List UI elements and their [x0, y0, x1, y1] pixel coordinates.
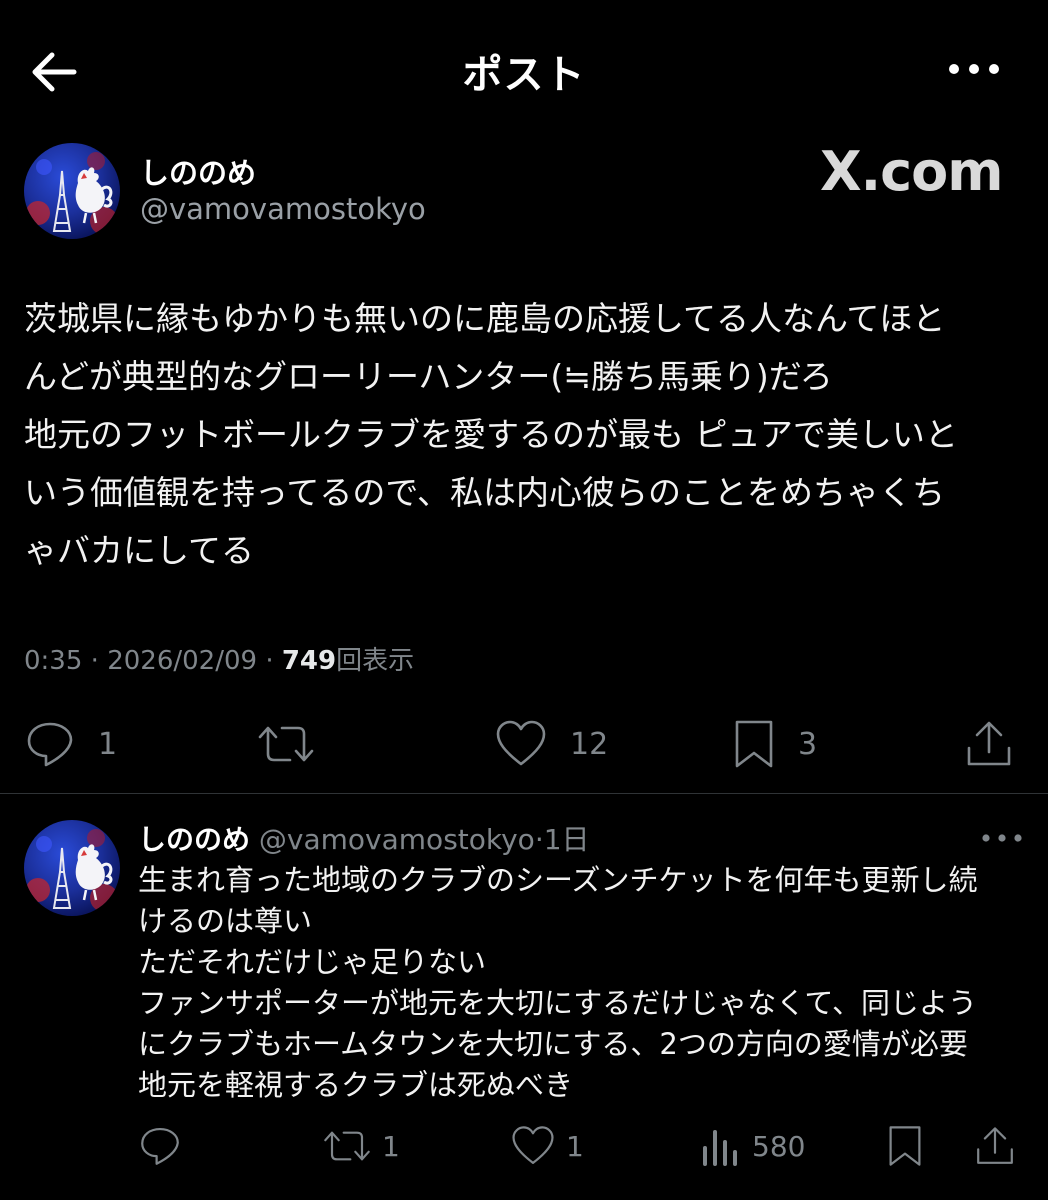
share-upload-icon: [967, 721, 1011, 766]
reply-repost-count: 1: [382, 1129, 400, 1163]
heart-icon: [512, 1126, 554, 1165]
like-count: 12: [570, 726, 609, 762]
reply-author-handle[interactable]: @vamovamostokyo: [259, 823, 535, 856]
reply-count: 1: [98, 726, 118, 762]
reply-views-button[interactable]: 580: [700, 1120, 805, 1172]
reply-bookmark-button[interactable]: [886, 1120, 924, 1172]
post-time[interactable]: 0:35: [24, 646, 82, 676]
avatar[interactable]: [24, 143, 120, 239]
reply-text-line: けるのは尊い: [138, 904, 313, 938]
reply-text-line: ファンサポーターが地元を大切にするだけじゃなくて、同じよう: [138, 986, 977, 1020]
reply-text-line: ただそれだけじゃ足りない: [138, 945, 487, 979]
repost-arrows-icon: [258, 726, 314, 762]
reply-text-line: にクラブもホームタウンを大切にする、2つの方向の愛情が必要: [138, 1027, 968, 1061]
reply-age[interactable]: 1日: [544, 823, 590, 856]
post-text-line: ゃバカにしてる: [24, 531, 255, 570]
reply-text-line: 生まれ育った地域のクラブのシーズンチケットを何年も更新し続: [138, 863, 978, 897]
meta-separator: ·: [265, 646, 274, 676]
xcom-watermark: X.com: [820, 140, 1004, 203]
reply-like-count: 1: [566, 1129, 584, 1163]
rooster-tower-avatar-icon: [26, 152, 118, 235]
speech-bubble-icon: [141, 1127, 179, 1165]
more-dots-icon: [949, 64, 999, 74]
bar-chart-icon: [703, 1130, 737, 1166]
like-button[interactable]: 12: [494, 712, 608, 776]
share-upload-icon: [977, 1127, 1013, 1164]
reply-like-button[interactable]: 1: [510, 1120, 584, 1172]
divider: [0, 793, 1048, 794]
meta-separator: ·: [90, 646, 99, 676]
reply-views-count: 580: [752, 1129, 806, 1163]
post-action-bar: 1 12 3: [0, 712, 1048, 776]
post-text: 茨城県に縁もゆかりも無いのに鹿島の応援してる人なんてほと んどが典型的なグローリ…: [24, 290, 1024, 580]
post-date[interactable]: 2026/02/09: [107, 646, 257, 676]
reply-button[interactable]: 1: [24, 712, 117, 776]
watermark-text: X.com: [820, 140, 1004, 203]
share-button[interactable]: [964, 712, 1014, 776]
reply-author-name[interactable]: しののめ: [138, 823, 250, 856]
meta-separator: ·: [534, 823, 544, 856]
rooster-tower-avatar-icon: [26, 829, 118, 912]
more-dots-icon: [982, 834, 1022, 842]
reply-text: 生まれ育った地域のクラブのシーズンチケットを何年も更新し続 けるのは尊い ただそ…: [138, 860, 1028, 1106]
post-text-line: 地元のフットボールクラブを愛するのが最も ピュアで美しいと: [24, 415, 958, 454]
views-label: 回表示: [336, 646, 415, 676]
reply-reply-button[interactable]: [138, 1120, 192, 1172]
repost-arrows-icon: [324, 1131, 370, 1161]
bookmark-icon: [889, 1126, 921, 1166]
repost-button[interactable]: [256, 712, 338, 776]
bookmark-count: 3: [798, 726, 818, 762]
post-text-line: いう価値観を持ってるので、私は内心彼らのことをめちゃくち: [24, 473, 946, 512]
heart-icon: [496, 720, 546, 766]
reply-share-button[interactable]: [974, 1120, 1016, 1172]
more-options-button[interactable]: [944, 54, 1004, 84]
post-text-line: んどが典型的なグローリーハンター(≒勝ち馬乗り)だろ: [24, 357, 833, 396]
top-nav-bar: ポスト: [0, 0, 1048, 140]
author-name[interactable]: しののめ: [140, 150, 256, 192]
bookmark-button[interactable]: 3: [732, 712, 817, 776]
page-title: ポスト: [462, 52, 586, 98]
bookmark-icon: [735, 720, 773, 768]
reply-avatar[interactable]: [24, 820, 120, 916]
post-text-line: 茨城県に縁もゆかりも無いのに鹿島の応援してる人なんてほと: [24, 299, 946, 338]
post-metadata: 0:35 · 2026/02/09 · 749回表示: [24, 640, 414, 677]
views-count: 749: [281, 646, 337, 676]
reply-text-line: 地元を軽視するクラブは死ぬべき: [138, 1068, 574, 1102]
speech-bubble-icon: [27, 722, 73, 767]
reply-header: しののめ @vamovamostokyo·1日: [138, 818, 590, 858]
reply-repost-button[interactable]: 1: [322, 1120, 400, 1172]
reply-action-bar: 1 1 580: [0, 1120, 1048, 1172]
author-handle[interactable]: @vamovamostokyo: [140, 192, 426, 226]
reply-more-button[interactable]: [980, 828, 1024, 848]
